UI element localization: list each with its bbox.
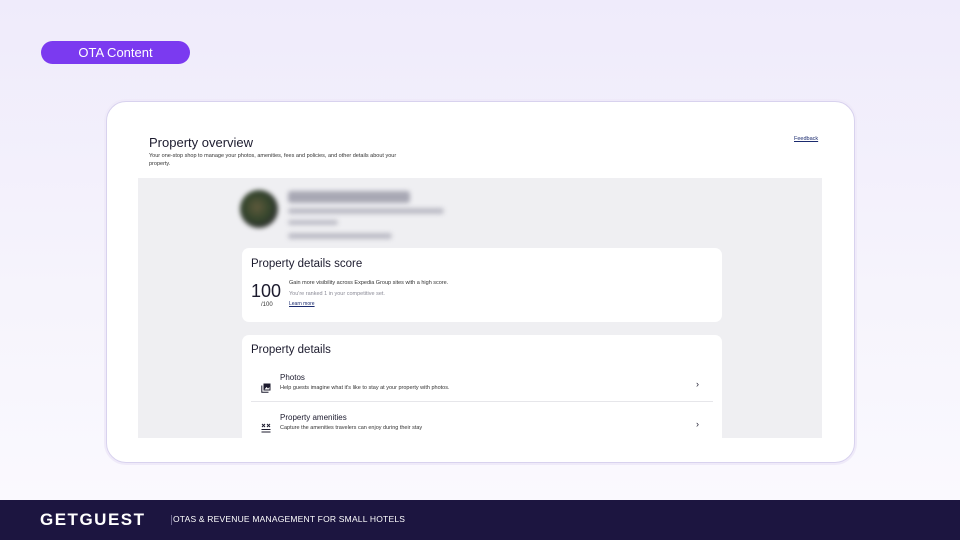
getguest-logo: GETGUEST	[40, 510, 146, 529]
page-title: Property overview	[149, 135, 254, 150]
footer-tagline: OTAS & REVENUE MANAGEMENT FOR SMALL HOTE…	[173, 514, 406, 524]
amenities-subtitle: Capture the amenities travelers can enjo…	[280, 425, 423, 431]
score-description: Gain more visibility across Expedia Grou…	[289, 280, 449, 286]
score-card-title: Property details score	[251, 258, 363, 270]
blurred-property-line	[288, 220, 338, 225]
blurred-property-link	[288, 233, 392, 239]
property-details-card: Property details Photos Help guests imag…	[242, 335, 722, 438]
footer-separator	[171, 515, 172, 525]
amenities-title: Property amenities	[280, 413, 347, 422]
ota-content-badge: OTA Content	[41, 41, 190, 64]
score-max: /100	[261, 302, 273, 308]
property-avatar	[240, 190, 278, 228]
property-details-score-card: Property details score 100 /100 Gain mor…	[242, 248, 722, 322]
chevron-right-icon: ›	[696, 379, 699, 389]
feedback-link[interactable]: Feedback	[794, 136, 818, 142]
content-area: Property details score 100 /100 Gain mor…	[138, 178, 822, 438]
photos-subtitle: Help guests imagine what it's like to st…	[280, 385, 450, 391]
row-divider	[251, 401, 713, 402]
photos-title: Photos	[280, 373, 305, 382]
amenities-icon	[261, 423, 271, 433]
photos-row[interactable]: Photos Help guests imagine what it's lik…	[251, 371, 713, 409]
blurred-property-address	[288, 208, 444, 214]
score-value: 100	[251, 281, 282, 301]
learn-more-link[interactable]: Learn more	[289, 301, 315, 307]
blurred-property-name	[288, 191, 410, 203]
property-details-title: Property details	[251, 344, 331, 356]
property-amenities-row[interactable]: Property amenities Capture the amenities…	[251, 411, 713, 438]
photos-icon	[261, 383, 271, 393]
score-rank: You're ranked 1 in your competitive set.	[289, 291, 385, 297]
footer-bar: GETGUEST OTAS & REVENUE MANAGEMENT FOR S…	[0, 500, 960, 540]
page-subtitle: Your one-stop shop to manage your photos…	[149, 153, 397, 167]
chevron-right-icon: ›	[696, 419, 699, 429]
